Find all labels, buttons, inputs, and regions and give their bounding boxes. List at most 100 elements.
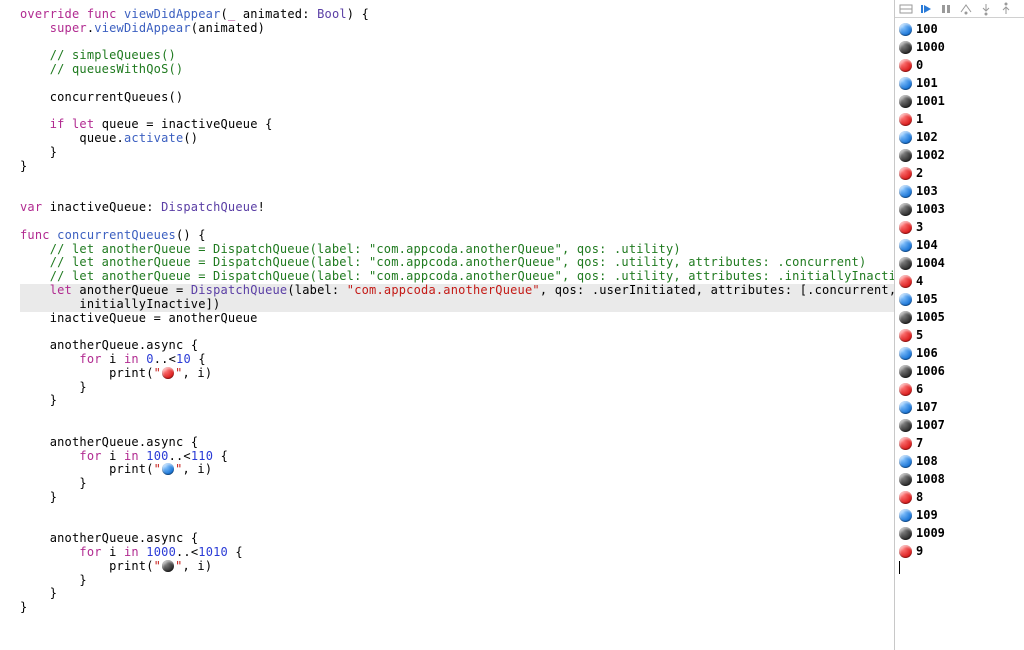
output-value: 7 xyxy=(916,436,923,450)
output-row: 6 xyxy=(899,380,1020,398)
another-queue-decl: anotherQueue xyxy=(79,283,168,297)
range3-lo: 1000 xyxy=(146,545,176,559)
super-call: viewDidAppear xyxy=(94,21,191,35)
sidebar-toolbar xyxy=(895,0,1024,18)
black-circle-icon xyxy=(899,41,912,54)
output-row: 105 xyxy=(899,290,1020,308)
dispatchqueue-ctor: DispatchQueue xyxy=(191,283,288,297)
output-row: 2 xyxy=(899,164,1020,182)
step-out-icon[interactable] xyxy=(999,2,1013,16)
step-into-icon[interactable] xyxy=(979,2,993,16)
red-circle-icon xyxy=(899,437,912,450)
keyword-in2: in xyxy=(124,449,139,463)
method-viewdidappear: viewDidAppear xyxy=(124,7,221,21)
red-circle-icon xyxy=(899,221,912,234)
blue-circle-icon xyxy=(899,185,912,198)
type-dispatchqueue: DispatchQueue xyxy=(161,200,258,214)
input-cursor[interactable] xyxy=(899,560,1020,574)
output-row: 5 xyxy=(899,326,1020,344)
output-value: 100 xyxy=(916,22,938,36)
red-circle-icon xyxy=(899,383,912,396)
comment-qos: // queuesWithQoS() xyxy=(50,62,184,76)
output-row: 7 xyxy=(899,434,1020,452)
output-row: 9 xyxy=(899,542,1020,560)
underscore: _ xyxy=(228,7,235,21)
output-value: 1001 xyxy=(916,94,945,108)
queue-ref: queue xyxy=(79,131,116,145)
black-circle-icon xyxy=(899,419,912,432)
output-value: 109 xyxy=(916,508,938,522)
keyword-override: override xyxy=(20,7,79,21)
step-over-icon[interactable] xyxy=(959,2,973,16)
red-circle-icon xyxy=(899,167,912,180)
output-row: 4 xyxy=(899,272,1020,290)
output-row: 103 xyxy=(899,182,1020,200)
print-i-3: , i) xyxy=(183,559,213,573)
userinitiated: userInitiated xyxy=(599,283,696,297)
print-1: print xyxy=(109,366,146,380)
blue-circle-icon xyxy=(899,455,912,468)
range2-lo: 100 xyxy=(146,449,168,463)
black-circle-icon xyxy=(899,473,912,486)
output-row: 102 xyxy=(899,128,1020,146)
output-value: 0 xyxy=(916,58,923,72)
type-bool: Bool xyxy=(317,7,347,21)
output-row: 100 xyxy=(899,20,1020,38)
output-row: 1008 xyxy=(899,470,1020,488)
output-row: 1 xyxy=(899,110,1020,128)
output-value: 104 xyxy=(916,238,938,252)
blue-circle-icon xyxy=(899,77,912,90)
output-value: 6 xyxy=(916,382,923,396)
blue-circle-icon xyxy=(899,509,912,522)
debug-sidebar: 1001000010110011102100221031003310410044… xyxy=(894,0,1024,650)
concurrent-queues-call: concurrentQueues() xyxy=(50,90,184,104)
print-i-2: , i) xyxy=(183,462,213,476)
pause-icon[interactable] xyxy=(939,2,953,16)
keyword-func2: func xyxy=(20,228,50,242)
output-row: 1006 xyxy=(899,362,1020,380)
output-value: 107 xyxy=(916,400,938,414)
black-circle-icon xyxy=(899,95,912,108)
red-circle-icon xyxy=(162,367,174,379)
output-row: 1004 xyxy=(899,254,1020,272)
keyword-for1: for xyxy=(79,352,101,366)
output-row: 1001 xyxy=(899,92,1020,110)
output-value: 103 xyxy=(916,184,938,198)
qos-arg: qos xyxy=(555,283,577,297)
keyword-let: let xyxy=(72,117,94,131)
output-value: 102 xyxy=(916,130,938,144)
another-queue-2: anotherQueue xyxy=(50,435,139,449)
toggle-panel-icon[interactable] xyxy=(899,2,913,16)
keyword-if: if xyxy=(50,117,65,131)
inactive-queue-decl: inactiveQueue xyxy=(50,200,147,214)
output-value: 9 xyxy=(916,544,923,558)
var-queue: queue xyxy=(102,117,139,131)
concurrent-queues-decl: concurrentQueues xyxy=(57,228,176,242)
console-output[interactable]: 1001000010110011102100221031003310410044… xyxy=(895,18,1024,650)
output-value: 1007 xyxy=(916,418,945,432)
output-row: 101 xyxy=(899,74,1020,92)
blue-circle-icon xyxy=(899,23,912,36)
loop-var-2: i xyxy=(109,449,116,463)
output-row: 107 xyxy=(899,398,1020,416)
blue-circle-icon xyxy=(899,131,912,144)
blue-circle-icon xyxy=(899,401,912,414)
output-value: 108 xyxy=(916,454,938,468)
output-value: 1004 xyxy=(916,256,945,270)
comment-line3: // let anotherQueue = DispatchQueue(labe… xyxy=(50,269,894,283)
range3-hi: 1010 xyxy=(198,545,228,559)
async-3: async xyxy=(146,531,183,545)
keyword-var: var xyxy=(20,200,42,214)
range1-lo: 0 xyxy=(146,352,153,366)
keyword-let2: let xyxy=(50,283,72,297)
print-i-1: , i) xyxy=(183,366,213,380)
queue-label-string: "com.appcoda.anotherQueue" xyxy=(347,283,540,297)
output-value: 1003 xyxy=(916,202,945,216)
output-row: 1007 xyxy=(899,416,1020,434)
continue-icon[interactable] xyxy=(919,2,933,16)
code-editor[interactable]: override func viewDidAppear(_ animated: … xyxy=(0,0,894,650)
output-value: 3 xyxy=(916,220,923,234)
red-circle-icon xyxy=(899,59,912,72)
black-circle-icon xyxy=(899,257,912,270)
blue-circle-icon xyxy=(162,463,174,475)
